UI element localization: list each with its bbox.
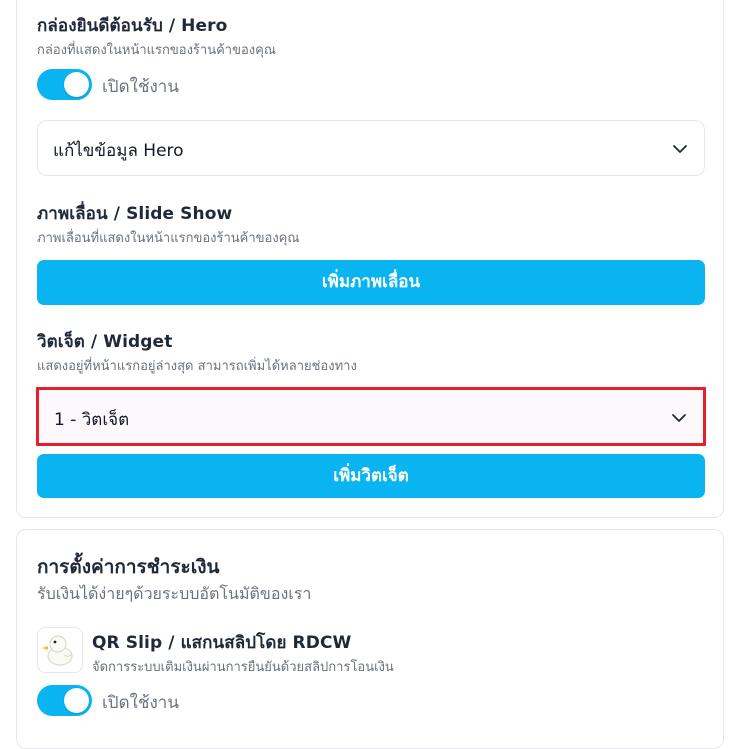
- storefront-settings-card: กล่องยินดีต้อนรับ / Hero กล่องที่แสดงในห…: [16, 0, 724, 518]
- payment-settings-card: การตั้งค่าการชำระเงิน รับเงินได้ง่ายๆด้ว…: [16, 529, 724, 749]
- hero-toggle[interactable]: [37, 69, 92, 100]
- payment-method-subtitle: จัดการระบบเติมเงินผ่านการยืนยันด้วยสลิปก…: [92, 660, 394, 675]
- duck-icon: [37, 627, 83, 673]
- payment-subtitle: รับเงินได้ง่ายๆด้วยระบบอัตโนมัติของเรา: [37, 584, 312, 603]
- add-slide-button[interactable]: เพิ่มภาพเลื่อน: [37, 260, 705, 305]
- toggle-knob: [64, 688, 89, 713]
- hero-toggle-label: เปิดใช้งาน: [102, 77, 179, 97]
- widget-item-dropdown[interactable]: 1 - วิตเจ็ต: [36, 387, 706, 446]
- slideshow-title: ภาพเลื่อน / Slide Show: [37, 204, 233, 224]
- chevron-down-icon: [672, 414, 686, 422]
- widget-title: วิตเจ็ต / Widget: [37, 332, 173, 352]
- hero-subtitle: กล่องที่แสดงในหน้าแรกของร้านค้าของคุณ: [37, 43, 276, 58]
- add-widget-button[interactable]: เพิ่มวิตเจ็ต: [37, 454, 705, 498]
- widget-item-label: 1 - วิตเจ็ต: [54, 410, 130, 430]
- payment-title: การตั้งค่าการชำระเงิน: [37, 556, 220, 578]
- hero-edit-label: แก้ไขข้อมูล Hero: [53, 141, 184, 161]
- toggle-knob: [64, 72, 89, 97]
- slideshow-subtitle: ภาพเลื่อนที่แสดงในหน้าแรกของร้านค้าของคุ…: [37, 231, 300, 246]
- payment-method-toggle-label: เปิดใช้งาน: [102, 693, 179, 713]
- payment-method-title: QR Slip / แสกนสลิปโดย RDCW: [92, 633, 352, 653]
- widget-subtitle: แสดงอยู่ที่หน้าแรกอยู่ล่างสุด สามารถเพิ่…: [37, 359, 357, 374]
- chevron-down-icon: [673, 145, 687, 153]
- payment-method-toggle[interactable]: [37, 685, 92, 716]
- hero-title: กล่องยินดีต้อนรับ / Hero: [37, 16, 228, 36]
- hero-edit-dropdown[interactable]: แก้ไขข้อมูล Hero: [37, 120, 705, 176]
